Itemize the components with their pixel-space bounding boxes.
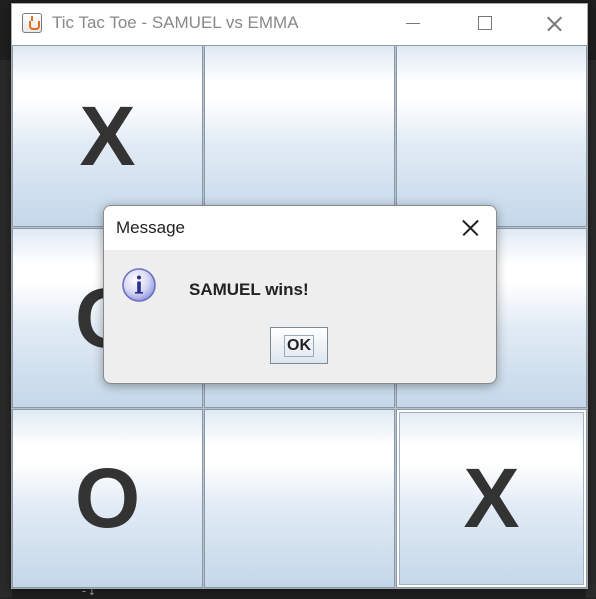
window-title: Tic Tac Toe - SAMUEL vs EMMA bbox=[52, 13, 299, 32]
close-button[interactable] bbox=[530, 4, 576, 44]
ok-button-label: OK bbox=[284, 334, 314, 357]
dialog-titlebar[interactable]: Message bbox=[104, 206, 496, 250]
board-cell-2[interactable] bbox=[204, 45, 395, 227]
dialog-message: SAMUEL wins! bbox=[189, 280, 309, 299]
minimize-button[interactable] bbox=[392, 4, 438, 44]
dialog-title: Message bbox=[116, 218, 185, 237]
maximize-button[interactable] bbox=[462, 4, 508, 44]
dialog-close-button[interactable] bbox=[452, 212, 488, 244]
message-dialog: Message SAMUEL wins! OK bbox=[103, 205, 497, 384]
board-cell-7[interactable]: O bbox=[12, 409, 203, 588]
info-icon bbox=[122, 268, 156, 302]
java-cup-icon bbox=[22, 13, 42, 33]
window-titlebar[interactable]: Tic Tac Toe - SAMUEL vs EMMA bbox=[12, 4, 587, 45]
board-cell-3[interactable] bbox=[396, 45, 587, 227]
board-cell-9[interactable]: X bbox=[396, 409, 587, 588]
board-cell-1[interactable]: X bbox=[12, 45, 203, 227]
board-cell-8[interactable] bbox=[204, 409, 395, 588]
ok-button[interactable]: OK bbox=[270, 327, 328, 364]
